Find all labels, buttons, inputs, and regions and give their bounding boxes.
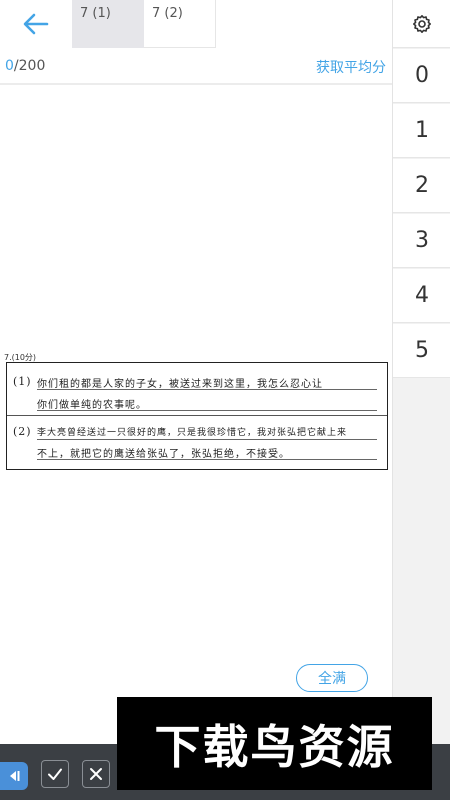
part2-line2: 不上，就把它的鹰送给张弘了，张弘拒绝，不接受。 [37, 449, 290, 460]
panel-toggle-icon [10, 771, 20, 781]
current-score: 0 [5, 58, 14, 74]
part2-line1: 李大亮曾经送过一只很好的鹰，只是我很珍惜它，我对张弘把它献上来 [37, 428, 348, 438]
gear-icon [413, 14, 431, 33]
answer-box: (1) 你们租的都是人家的子女，被送过来到这里，我怎么忍心让 你们做单纯的农事呢… [6, 362, 388, 470]
mark-correct-button[interactable] [41, 760, 69, 788]
watermark-logo: 下载鸟资源 [117, 697, 432, 790]
part2-label: (2) [13, 425, 32, 438]
part1-line2: 你们做单纯的农事呢。 [37, 400, 147, 411]
score-option-label: 5 [415, 338, 429, 363]
tab-question-7-1[interactable]: 7 (1) [72, 0, 144, 48]
settings-button[interactable] [393, 0, 450, 48]
watermark-text: 下载鸟资源 [154, 719, 395, 774]
collapse-toolbar-button[interactable] [0, 762, 28, 790]
score-panel: 0 1 2 3 4 5 [392, 0, 450, 800]
back-arrow-icon [23, 13, 49, 35]
part1-label: (1) [13, 375, 32, 388]
tab-question-7-2[interactable]: 7 (2) [144, 0, 216, 48]
score-option-label: 0 [415, 63, 429, 88]
score-progress: 0/200 [5, 58, 45, 74]
score-option-label: 1 [415, 118, 429, 143]
score-option-1[interactable]: 1 [393, 104, 450, 158]
close-icon [90, 768, 102, 780]
answer-rule [37, 389, 377, 390]
score-option-label: 4 [415, 283, 429, 308]
top-bar: 7 (1) 7 (2) [0, 0, 392, 48]
full-marks-button[interactable]: 全满 [296, 664, 368, 692]
get-average-score-link[interactable]: 获取平均分 [316, 57, 386, 77]
score-option-2[interactable]: 2 [393, 159, 450, 213]
score-option-5[interactable]: 5 [393, 324, 450, 378]
part1-line1: 你们租的都是人家的子女，被送过来到这里，我怎么忍心让 [37, 379, 323, 390]
answer-rule [37, 459, 377, 460]
mark-wrong-button[interactable] [82, 760, 110, 788]
score-option-3[interactable]: 3 [393, 214, 450, 268]
score-option-label: 3 [415, 228, 429, 253]
answer-rule [37, 439, 377, 440]
score-option-label: 2 [415, 173, 429, 198]
answer-rule [37, 410, 377, 411]
total-score: /200 [13, 58, 46, 74]
score-option-0[interactable]: 0 [393, 49, 450, 103]
header-divider [0, 83, 392, 85]
part-separator [7, 415, 387, 416]
check-icon [48, 768, 62, 780]
answer-sheet: 7.(10分) (1) 你们租的都是人家的子女，被送过来到这里，我怎么忍心让 你… [0, 352, 392, 472]
score-option-4[interactable]: 4 [393, 269, 450, 323]
back-button[interactable] [14, 8, 58, 40]
score-row: 0/200 获取平均分 [0, 52, 392, 82]
